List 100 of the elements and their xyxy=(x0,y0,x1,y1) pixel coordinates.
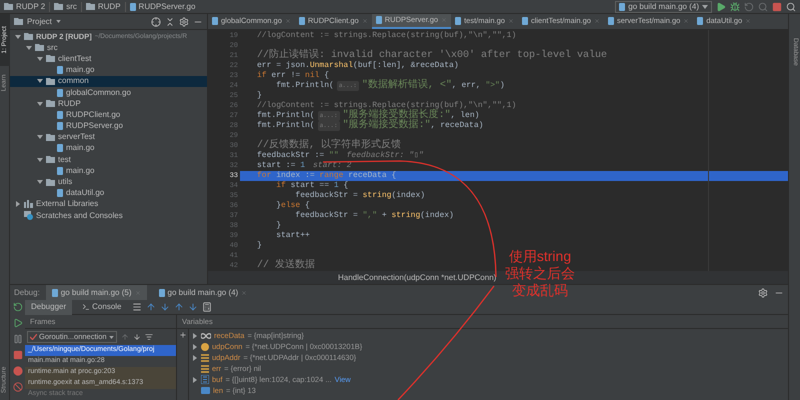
tree-item[interactable]: src xyxy=(10,42,207,54)
run-icon[interactable] xyxy=(716,2,726,12)
file-icon xyxy=(130,2,136,10)
close-icon[interactable] xyxy=(594,18,600,24)
folder-icon xyxy=(46,134,55,141)
breadcrumb-item[interactable]: RUDP xyxy=(86,0,121,12)
file-icon xyxy=(57,189,63,198)
checkmark-icon xyxy=(30,334,37,340)
resume-icon[interactable] xyxy=(12,318,22,328)
circle-icon xyxy=(201,342,209,350)
debugger-subtab[interactable]: Debugger xyxy=(25,300,72,314)
locate-icon[interactable] xyxy=(151,16,161,26)
caret-icon xyxy=(108,336,114,338)
code-line: //logContent := strings.Replace(string(buf),"\n","",1) xyxy=(256,101,518,110)
close-icon[interactable] xyxy=(508,18,514,24)
tree-item[interactable]: main.go xyxy=(10,64,207,76)
breadcrumb-item[interactable]: RUDPServer.go xyxy=(130,0,196,12)
file-icon xyxy=(57,88,63,97)
console-icon xyxy=(82,303,90,311)
code-line: //反馈数据, 以字符串形式反馈 xyxy=(256,141,402,151)
breadcrumb-item[interactable]: src xyxy=(54,0,77,12)
settings-icon[interactable] xyxy=(179,16,189,26)
file-icon xyxy=(697,17,704,25)
caret-icon[interactable] xyxy=(56,20,61,23)
code-line: err = json.Unmarshal(buf[:len], &receData) xyxy=(256,61,460,71)
tree-item[interactable]: utils xyxy=(10,176,207,188)
expand-icon[interactable] xyxy=(192,376,198,382)
panel-title[interactable]: Project xyxy=(27,16,52,28)
expanded-icon[interactable] xyxy=(37,156,43,163)
code-line: if err != nil { xyxy=(256,71,330,81)
pause-icon[interactable] xyxy=(12,334,22,344)
collapsed-icon[interactable] xyxy=(15,201,21,208)
rerun-icon[interactable] xyxy=(12,302,22,312)
breakpoints-icon[interactable] xyxy=(12,366,22,376)
tree-item[interactable]: serverTest xyxy=(10,132,207,143)
expanded-icon[interactable] xyxy=(37,78,43,84)
file-icon xyxy=(158,288,165,296)
tree-item[interactable]: RUDPServer.go xyxy=(10,120,207,132)
code-line: }else { xyxy=(275,201,311,211)
run-configuration-dropdown[interactable]: go build main.go (4) xyxy=(615,0,712,12)
settings-icon[interactable] xyxy=(758,288,768,298)
tree-item[interactable]: test xyxy=(10,154,207,166)
code-line: //防止读错误: invalid character '\x00' after top-level value xyxy=(256,51,608,61)
code-line: feedbackStr = "," + string(index) xyxy=(294,211,455,221)
expanded-icon[interactable] xyxy=(37,179,43,186)
code-line: } xyxy=(256,91,263,101)
expanded-icon[interactable] xyxy=(37,100,43,107)
file-icon xyxy=(212,17,218,25)
close-icon[interactable] xyxy=(745,18,752,24)
code-line: if start == 1 { xyxy=(275,181,350,191)
file-icon xyxy=(522,17,528,25)
close-icon[interactable] xyxy=(362,18,368,24)
annotation-text: 使用string 强转之后会 变成乱码 xyxy=(505,248,575,299)
tree-item[interactable]: common xyxy=(10,76,207,87)
list-icon xyxy=(201,375,209,384)
close-icon[interactable] xyxy=(284,18,291,24)
file-icon xyxy=(52,288,58,296)
file-icon xyxy=(57,66,63,74)
debug-icon[interactable] xyxy=(730,2,740,12)
tree-item[interactable]: main.go xyxy=(10,142,207,154)
folder-icon xyxy=(46,100,55,108)
stop-icon[interactable] xyxy=(772,2,782,12)
file-icon xyxy=(298,17,305,25)
up-arrow-icon[interactable] xyxy=(120,333,129,341)
folder-icon xyxy=(54,3,64,10)
folder-icon xyxy=(46,178,55,186)
search-icon[interactable] xyxy=(786,2,796,12)
file-icon xyxy=(57,166,63,175)
code-line: } xyxy=(256,241,263,251)
file-icon xyxy=(455,17,462,25)
tree-item[interactable]: main.go xyxy=(10,165,207,176)
tree-item[interactable]: RUDPClient.go xyxy=(10,109,207,120)
tree-item[interactable]: dataUtil.go xyxy=(10,188,207,199)
debugger-subtab[interactable]: Console xyxy=(76,300,128,314)
debug-session-tab[interactable]: go build main.go (5) xyxy=(46,285,147,300)
tree-item[interactable]: clientTest xyxy=(10,53,207,65)
debug-session-tab[interactable]: go build main.go (4) xyxy=(152,285,254,300)
expanded-icon[interactable] xyxy=(37,134,43,140)
mute-breakpoints-icon[interactable] xyxy=(12,382,22,392)
file-icon xyxy=(57,144,63,152)
library-icon xyxy=(24,200,33,208)
filter-icon[interactable] xyxy=(144,333,153,341)
code-line: feedbackStr := "" feedbackStr: "▯" xyxy=(256,151,424,161)
tree-item[interactable]: RUDP xyxy=(10,98,207,110)
menu-icon[interactable] xyxy=(132,302,142,312)
collapse-icon[interactable] xyxy=(165,16,175,26)
stop-icon[interactable] xyxy=(12,350,22,360)
folder-icon xyxy=(46,78,55,85)
tree-item[interactable]: External Libraries xyxy=(10,198,207,210)
close-icon[interactable] xyxy=(683,18,690,24)
close-icon[interactable] xyxy=(241,290,248,296)
down-arrow-icon[interactable] xyxy=(132,333,141,341)
scratches-icon xyxy=(24,211,33,220)
add-icon[interactable] xyxy=(178,331,186,339)
tree-item[interactable]: globalCommon.go xyxy=(10,86,207,98)
evaluate-icon[interactable] xyxy=(202,302,212,312)
tree-item[interactable]: Scratches and Consoles xyxy=(10,210,207,222)
breadcrumb-item[interactable]: RUDP 2 xyxy=(4,0,46,12)
debug-label: Debug: xyxy=(14,286,40,298)
code-line: start++ xyxy=(275,231,311,241)
